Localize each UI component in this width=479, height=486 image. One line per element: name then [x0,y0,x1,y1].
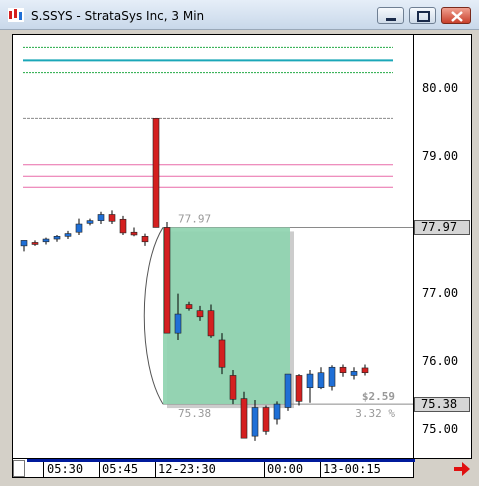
candle-body [273,403,281,420]
time-separator [264,462,265,478]
candle-body [53,236,61,240]
candle-body [350,371,358,376]
candle-body [163,227,171,334]
minimize-icon [386,18,396,21]
price-tick: 77.00 [422,286,459,300]
candle-body [141,236,149,243]
price-tick: 80.00 [422,81,459,95]
time-label: 12-23:30 [158,462,216,476]
candle-body [119,218,127,234]
app-chart-icon [8,8,24,22]
candle-body [207,310,215,337]
candle-body [64,233,72,237]
scroll-right-arrow-icon[interactable] [452,460,472,478]
price-tick: 75.00 [422,422,459,436]
candle-body [218,339,226,368]
candle-body [295,375,303,402]
candle-body [86,220,94,224]
maximize-icon [417,11,430,22]
candle-body [97,214,105,221]
chart-plot-area[interactable]: 77.97 75.38 $2.59 3.32 % [12,34,414,459]
candle-body [229,375,237,400]
candle-body [75,223,83,233]
measure-percent: 3.32 % [355,407,395,420]
candle-body [306,373,314,389]
candle-body [339,366,347,374]
candle-body [240,398,248,439]
time-label: 05:45 [102,462,139,476]
chart-canvas[interactable]: 77.97 75.38 $2.59 3.32 % [13,35,413,458]
time-label: 13-00:15 [323,462,381,476]
time-label: 00:00 [267,462,304,476]
price-marker-lower: 75.38 [414,397,470,412]
price-marker-upper: 77.97 [414,220,470,235]
measure-arc [143,227,164,405]
candle-body [31,242,39,245]
price-tick: 76.00 [422,354,459,368]
candle-body [251,407,259,437]
measure-change: $2.59 [362,390,395,403]
time-separator [43,462,44,478]
measure-top-price: 77.97 [178,212,211,225]
minimize-button[interactable] [377,7,404,24]
close-icon [451,11,463,22]
candle-body [185,304,193,309]
time-separator [99,462,100,478]
measure-box [163,227,290,405]
candle-body [317,372,325,389]
price-axis[interactable]: 80.00 79.00 77.00 76.00 75.00 77.97 75.3… [414,34,472,459]
price-tick: 79.00 [422,149,459,163]
measure-bottom-price: 75.38 [178,407,211,420]
time-axis[interactable]: 05:30 05:45 12-23:30 00:00 13-00:15 [12,459,415,478]
time-separator [155,462,156,478]
close-button[interactable] [441,7,471,24]
candle-body [152,118,160,228]
candle-body [108,214,116,222]
candle-body [361,367,369,374]
candle-body [42,238,50,243]
candle-body [328,366,336,387]
time-label: 05:30 [47,462,84,476]
window-titlebar[interactable]: S.SSYS - StrataSys Inc, 3 Min [0,0,479,30]
candle-body [174,313,182,334]
maximize-button[interactable] [409,7,436,24]
candle-body [196,310,204,318]
time-scroll-thumb[interactable] [13,460,25,477]
candle-body [284,373,292,408]
time-separator [320,462,321,478]
candle-body [262,407,270,432]
candle-body [20,240,28,247]
candle-body [130,231,138,236]
window-title: S.SSYS - StrataSys Inc, 3 Min [31,9,205,23]
